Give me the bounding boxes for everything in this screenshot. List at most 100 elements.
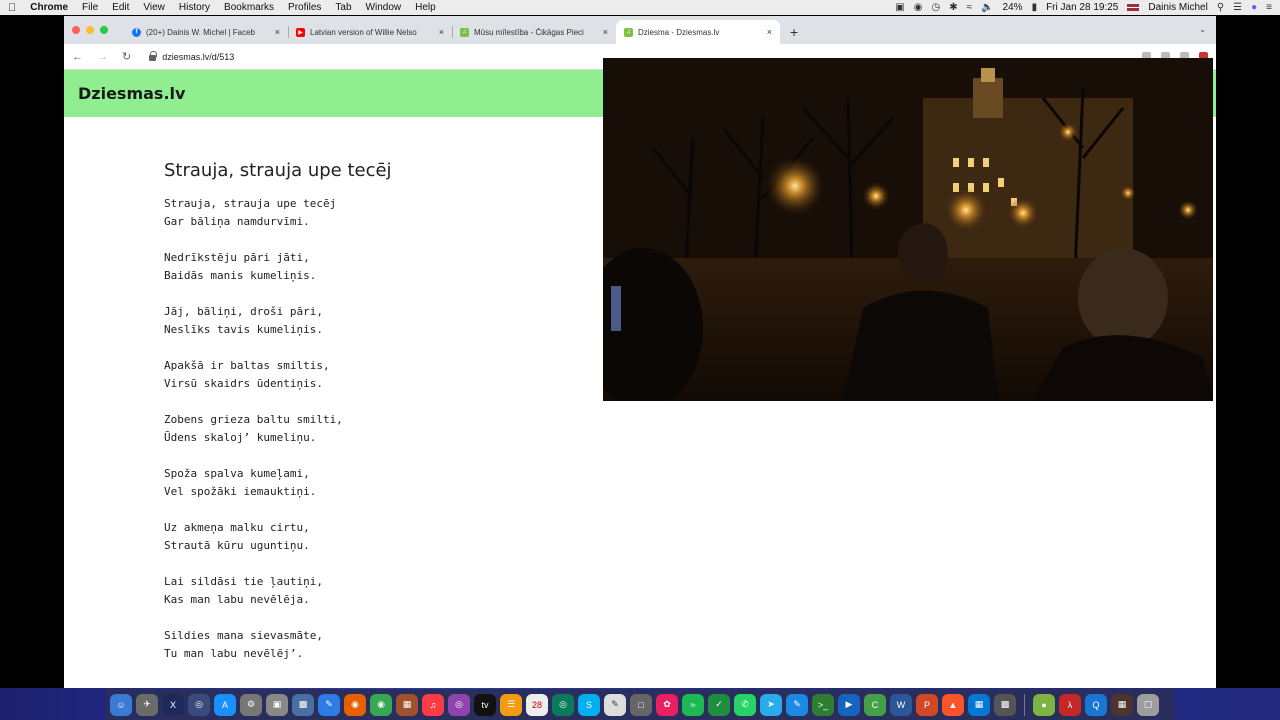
quicktime-icon[interactable]: Q: [1085, 693, 1107, 716]
tab-search-chevron-icon[interactable]: ⌄: [1199, 25, 1206, 34]
android-icon[interactable]: ●: [1033, 693, 1055, 716]
dock-separator: [1024, 693, 1025, 716]
chrome-icon[interactable]: ◉: [370, 693, 392, 716]
close-tab-icon[interactable]: ×: [603, 27, 608, 37]
preview-app-icon[interactable]: □: [630, 693, 652, 716]
menu-clock[interactable]: Fri Jan 28 19:25: [1046, 2, 1118, 13]
apple-menu-icon[interactable]: : [8, 2, 16, 14]
close-tab-icon[interactable]: ×: [275, 27, 280, 37]
powerpoint-icon[interactable]: P: [916, 693, 938, 716]
menu-app-name[interactable]: Chrome: [30, 2, 68, 13]
close-tab-icon[interactable]: ×: [439, 27, 444, 37]
brave-icon[interactable]: ▲: [942, 693, 964, 716]
menu-bookmarks[interactable]: Bookmarks: [224, 2, 274, 13]
picture-in-picture-video[interactable]: [603, 58, 1213, 401]
site-logo[interactable]: Dziesmas.lv: [78, 84, 185, 103]
control-center-icon[interactable]: ☰: [1233, 2, 1242, 13]
lyrics-stanza: Lai sildāsi tie ļautiņi, Kas man labu nev…: [164, 573, 392, 609]
new-tab-icon[interactable]: +: [790, 20, 798, 44]
windows-icon[interactable]: ▦: [968, 693, 990, 716]
tab-dziesma-active[interactable]: ♫ Dziesma - Dziesmas.lv ×: [616, 20, 780, 44]
safari-icon[interactable]: ◎: [188, 693, 210, 716]
messenger-icon[interactable]: ✎: [786, 693, 808, 716]
screen-record-icon[interactable]: ▣: [895, 2, 904, 13]
lyrics-line: Sildies mana sievasmāte,: [164, 629, 323, 642]
whatsapp-icon[interactable]: ✆: [734, 693, 756, 716]
document-icon[interactable]: ▦: [1111, 693, 1133, 716]
bluetooth-icon[interactable]: ✱: [949, 2, 957, 13]
textedit-icon[interactable]: ✎: [604, 693, 626, 716]
lyrics-stanza: Sildies mana sievasmāte, Tu man labu nevē…: [164, 627, 392, 663]
menu-view[interactable]: View: [143, 2, 165, 13]
trash-icon[interactable]: ▢: [1137, 693, 1159, 716]
tab-title: Dziesma - Dziesmas.lv: [638, 27, 720, 37]
menu-profiles[interactable]: Profiles: [288, 2, 321, 13]
close-tab-icon[interactable]: ×: [767, 27, 772, 37]
books-icon[interactable]: ☰: [500, 693, 522, 716]
notification-center-icon[interactable]: ≡: [1266, 2, 1272, 13]
lyrics-stanza: Jāj, bāliņi, droši pāri, Neslīks tavis ku…: [164, 303, 392, 339]
menu-edit[interactable]: Edit: [112, 2, 129, 13]
time-machine-icon[interactable]: ◷: [931, 2, 940, 13]
acrobat-icon[interactable]: λ: [1059, 693, 1081, 716]
launchpad-icon[interactable]: ✈: [136, 693, 158, 716]
address-bar[interactable]: dziesmas.lv/d/513: [149, 50, 234, 62]
word-icon[interactable]: W: [890, 693, 912, 716]
youtube-icon: ▶: [296, 27, 305, 37]
music-icon[interactable]: ♫: [422, 693, 444, 716]
battery-percent[interactable]: 24%: [1003, 2, 1023, 13]
tab-musu-milestiba[interactable]: ♫ Mūsu mīlestība - Čikāgas Pieci ×: [452, 20, 616, 44]
tab-facebook[interactable]: f (20+) Dainis W. Michel | Faceb ×: [124, 20, 288, 44]
lock-icon[interactable]: [149, 50, 158, 61]
menu-help[interactable]: Help: [415, 2, 436, 13]
siri-icon[interactable]: ●: [1251, 2, 1257, 13]
system-preferences-icon[interactable]: ⚙: [240, 693, 262, 716]
zoom-icon[interactable]: ▶: [838, 693, 860, 716]
terminal-icon[interactable]: >_: [812, 693, 834, 716]
facebook-icon: f: [132, 27, 141, 37]
reload-icon[interactable]: ↻: [122, 50, 131, 63]
migration-icon[interactable]: ✎: [318, 693, 340, 716]
battery-icon[interactable]: ▮: [1032, 2, 1038, 13]
latvian-flag-icon[interactable]: [1127, 4, 1140, 11]
camtasia-icon[interactable]: C: [864, 693, 886, 716]
zoom-window-button[interactable]: [100, 26, 108, 34]
apple-tv-icon[interactable]: tv: [474, 693, 496, 716]
minimize-window-button[interactable]: [86, 26, 94, 34]
tab-youtube[interactable]: ▶ Latvian version of Willie Nelso ×: [288, 20, 452, 44]
menu-tab[interactable]: Tab: [335, 2, 351, 13]
volume-icon[interactable]: 🔈: [981, 2, 993, 13]
menu-user[interactable]: Dainis Michel: [1148, 2, 1207, 13]
firefox-icon[interactable]: ◉: [344, 693, 366, 716]
video-frame: [603, 58, 1213, 401]
photos-icon[interactable]: ✿: [656, 693, 678, 716]
preview-icon[interactable]: ▩: [292, 693, 314, 716]
podcasts-icon[interactable]: ◎: [448, 693, 470, 716]
lyrics-stanza: Uz akmeņa malku cirtu, Strautā kūru ugunt…: [164, 519, 392, 555]
spotify-icon[interactable]: ≈: [682, 693, 704, 716]
creative-cloud-icon[interactable]: ◉: [914, 2, 923, 13]
menu-file[interactable]: File: [82, 2, 98, 13]
skype-icon[interactable]: S: [578, 693, 600, 716]
app-store-icon[interactable]: A: [214, 693, 236, 716]
app-icon[interactable]: ▩: [994, 693, 1016, 716]
menu-history[interactable]: History: [179, 2, 210, 13]
app-icon[interactable]: ✓: [708, 693, 730, 716]
lyrics-line: Strauja, strauja upe tecēj: [164, 197, 337, 210]
lyrics-line: Nedrīkstēju pāri jāti,: [164, 251, 310, 264]
back-arrow-icon[interactable]: ←: [72, 51, 83, 63]
notes-app-icon[interactable]: ▦: [396, 693, 418, 716]
close-window-button[interactable]: [72, 26, 80, 34]
utility-app-icon[interactable]: ▣: [266, 693, 288, 716]
wifi-icon[interactable]: ≈: [967, 2, 973, 13]
spotlight-search-icon[interactable]: ⚲: [1217, 2, 1224, 13]
menu-window[interactable]: Window: [366, 2, 402, 13]
telegram-icon[interactable]: ➤: [760, 693, 782, 716]
finder-icon[interactable]: ☺: [110, 693, 132, 716]
calendar-icon[interactable]: 28: [526, 693, 548, 716]
url-text[interactable]: dziesmas.lv/d/513: [162, 52, 234, 62]
forward-arrow-icon[interactable]: →: [97, 51, 108, 63]
app-icon[interactable]: ◎: [552, 693, 574, 716]
desktop:  Chrome File Edit View History Bookmark…: [0, 0, 1280, 720]
xcode-icon[interactable]: X: [162, 693, 184, 716]
